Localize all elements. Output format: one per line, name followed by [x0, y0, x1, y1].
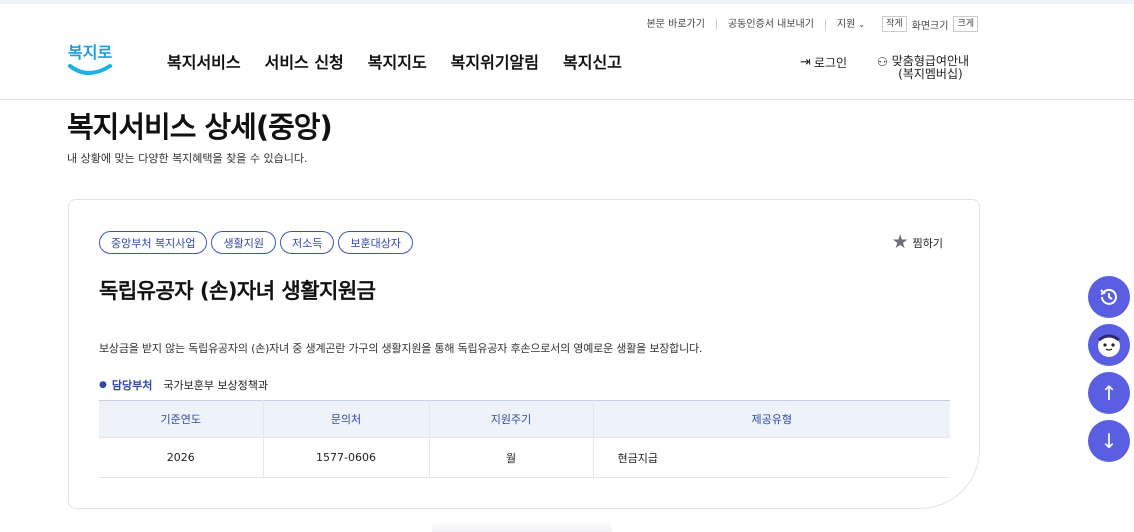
membership-line2: (복지멤버십) [898, 67, 963, 81]
service-title: 독립유공자 (손)자녀 생활지원금 [99, 279, 376, 303]
font-size-controls: 작게 화면크기 크게 [882, 16, 978, 32]
scroll-bottom-button[interactable]: ↓ [1088, 420, 1130, 462]
service-description: 보상금을 받지 않는 독립유공자의 (손)자녀 중 생계곤란 가구의 생활지원을… [99, 342, 703, 355]
nav-welfare-map[interactable]: 복지지도 [368, 49, 427, 73]
user-add-icon: ⚇ [877, 55, 888, 69]
history-button[interactable] [1088, 276, 1130, 318]
logo-smile-shape [68, 64, 112, 75]
col-provision-type: 제공유형 [592, 400, 950, 438]
login-button[interactable]: ⇥ 로그인 [800, 54, 847, 71]
favorite-button[interactable]: ★ 찜하기 [892, 233, 943, 252]
skip-to-content-link[interactable]: 본문 바로가기 [636, 19, 716, 30]
tag-living-support[interactable]: 생활지원 [211, 231, 276, 254]
region-label: 지원 [836, 18, 856, 30]
scroll-top-button[interactable]: ↑ [1088, 372, 1130, 414]
membership-button[interactable]: ⚇ 맞춤형급여안내 (복지멤버십) [877, 55, 969, 81]
header-divider [0, 99, 1134, 100]
nav-welfare-report[interactable]: 복지신고 [563, 49, 622, 73]
service-card: 중앙부처 복지사업 생활지원 저소득 보훈대상자 ★ 찜하기 독립유공자 (손)… [68, 199, 980, 509]
nav-crisis-alert[interactable]: 복지위기알림 [451, 49, 539, 73]
favorite-label: 찜하기 [912, 236, 943, 250]
tag-central-ministry[interactable]: 중앙부처 복지사업 [99, 231, 208, 254]
region-select[interactable]: 지원 ⌄ [824, 18, 876, 30]
arrow-up-icon: ↑ [1100, 381, 1118, 405]
chevron-down-icon: ⌄ [858, 19, 866, 29]
star-icon: ★ [891, 231, 909, 253]
chatbot-button[interactable] [1088, 324, 1130, 366]
font-small-button[interactable]: 작게 [882, 16, 907, 32]
page-description: 내 상황에 맞는 다양한 복지혜택을 찾을 수 있습니다. [67, 152, 308, 165]
utility-menu: 본문 바로가기 공동인증서 내보내기 지원 ⌄ 작게 화면크기 크게 [636, 16, 978, 32]
table-row: 2026 1577-0606 월 현금지급 [99, 437, 950, 478]
main-navigation: 복지서비스 서비스 신청 복지지도 복지위기알림 복지신고 [167, 49, 646, 73]
service-info-table: 기준연도 문의처 지원주기 제공유형 2026 1577-0606 월 현금지급 [99, 400, 950, 478]
department-value: 국가보훈부 보상정책과 [163, 379, 269, 392]
login-icon: ⇥ [800, 55, 811, 70]
department-label: 담당부처 [111, 379, 153, 392]
font-size-label: 화면크기 [911, 20, 949, 32]
arrow-down-icon: ↓ [1100, 429, 1118, 453]
col-contact: 문의처 [262, 400, 429, 438]
logo[interactable]: 복지로 [66, 36, 114, 80]
nav-service-apply[interactable]: 서비스 신청 [265, 49, 344, 73]
chatbot-icon [1098, 334, 1120, 357]
cell-provision-type: 현금지급 [592, 437, 950, 478]
top-strip [0, 0, 1134, 4]
col-base-year: 기준연도 [99, 400, 263, 438]
page-title: 복지서비스 상세(중앙) [67, 110, 333, 144]
cell-base-year: 2026 [99, 437, 263, 478]
table-header-row: 기준연도 문의처 지원주기 제공유형 [99, 400, 950, 438]
cell-contact: 1577-0606 [262, 437, 429, 478]
history-icon [1100, 288, 1117, 305]
tag-list: 중앙부처 복지사업 생활지원 저소득 보훈대상자 [99, 231, 417, 254]
font-large-button[interactable]: 크게 [953, 16, 978, 32]
membership-line1: 맞춤형급여안내 [891, 54, 970, 68]
nav-welfare-service[interactable]: 복지서비스 [167, 49, 241, 73]
cell-support-cycle: 월 [428, 437, 593, 478]
bottom-shadow [432, 520, 612, 532]
col-support-cycle: 지원주기 [428, 400, 593, 438]
department-info: ● 담당부처 국가보훈부 보상정책과 [99, 377, 268, 393]
tag-low-income[interactable]: 저소득 [279, 231, 335, 254]
membership-label: 맞춤형급여안내 (복지멤버십) [892, 55, 969, 81]
tag-veterans[interactable]: 보훈대상자 [338, 231, 413, 254]
login-label: 로그인 [813, 56, 848, 70]
logo-text: 복지로 [68, 43, 112, 62]
export-certificate-link[interactable]: 공동인증서 내보내기 [715, 18, 825, 30]
bullet-icon: ● [99, 380, 107, 390]
